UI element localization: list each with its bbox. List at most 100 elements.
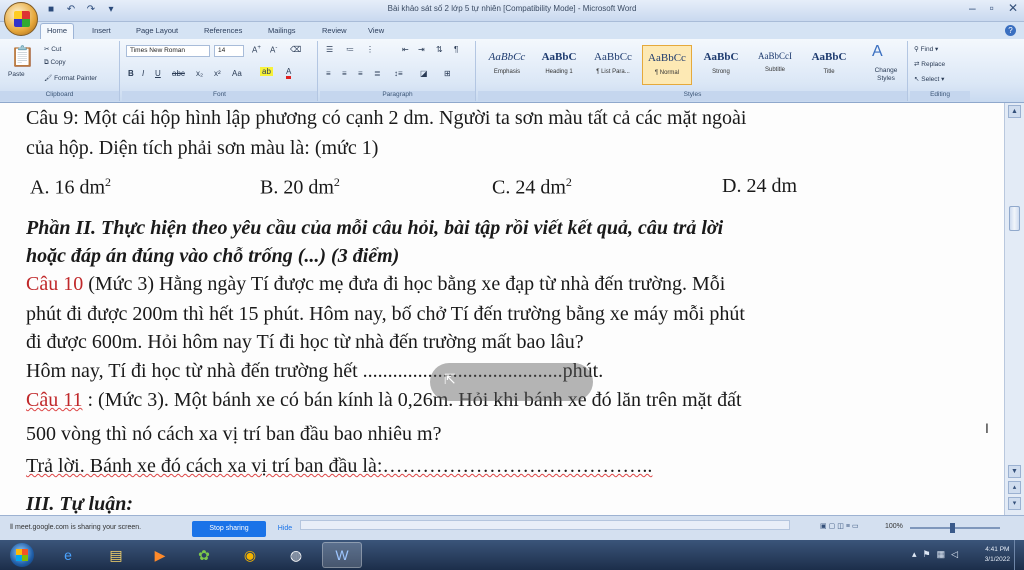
paste-button[interactable]: Paste — [8, 71, 25, 78]
cursor-overlay-icon: ⇱ — [444, 371, 456, 387]
zoom-level[interactable]: 100% — [885, 523, 903, 530]
strikethrough-icon[interactable]: abc — [172, 69, 185, 78]
status-bar: ⦀ meet.google.com is sharing your screen… — [0, 515, 1024, 540]
zoom-slider[interactable] — [910, 523, 1000, 533]
align-right-icon[interactable]: ≡ — [358, 69, 363, 78]
close-button[interactable]: ✕ — [1008, 1, 1018, 15]
tab-page-layout[interactable]: Page Layout — [130, 24, 184, 37]
change-styles-button[interactable]: Change Styles — [866, 67, 906, 83]
underline-icon[interactable]: U — [155, 69, 161, 78]
tab-insert[interactable]: Insert — [86, 24, 117, 37]
editing-group-label: Editing — [910, 91, 970, 101]
paste-icon[interactable]: 📋 — [10, 44, 35, 69]
utility-app-icon[interactable]: ✿ — [184, 542, 224, 568]
ribbon: 📋 Paste ✂ Cut ⧉ Copy 🖌 Format Painter Cl… — [0, 39, 1024, 103]
taskbar: e ▤ ▶ ✿ ◉ ◍ W ▴⚑▦◁ 4:41 PM 3/1/2022 — [0, 540, 1024, 570]
volume-icon[interactable]: ◁ — [951, 549, 964, 559]
format-painter-button[interactable]: 🖌 Format Painter — [44, 74, 97, 82]
style-strong[interactable]: AaBbC Strong — [696, 45, 746, 85]
tab-review[interactable]: Review — [316, 24, 353, 37]
borders-icon[interactable]: ⊞ — [444, 69, 451, 78]
start-button[interactable] — [10, 543, 34, 567]
pilcrow-icon[interactable]: ¶ — [454, 45, 458, 54]
styles-group: AaBbCc Emphasis AaBbC Heading 1 AaBbCc ¶… — [478, 41, 908, 101]
tab-references[interactable]: References — [198, 24, 248, 37]
justify-icon[interactable]: ≣ — [374, 69, 381, 78]
media-player-icon[interactable]: ▶ — [140, 542, 180, 568]
change-case-icon[interactable]: Aa — [232, 69, 242, 78]
style-list-paragraph[interactable]: AaBbCc ¶ List Para... — [588, 45, 638, 85]
font-group-label: Font — [122, 91, 317, 101]
next-page-icon[interactable]: ▾ — [1008, 497, 1021, 510]
shrink-font-icon[interactable]: A- — [270, 45, 277, 55]
align-center-icon[interactable]: ≡ — [342, 69, 347, 78]
previous-page-icon[interactable]: ▴ — [1008, 481, 1021, 494]
network-icon[interactable]: ▦ — [937, 549, 952, 559]
horizontal-scrollbar[interactable] — [300, 520, 790, 530]
clear-format-icon[interactable]: ⌫ — [290, 45, 301, 54]
maximize-button[interactable]: ▫ — [990, 1, 994, 15]
office-button[interactable] — [4, 2, 38, 36]
vertical-scrollbar[interactable]: ▲ ▼ ▴ ▾ — [1004, 103, 1024, 515]
style-normal[interactable]: AaBbCc ¶ Normal — [642, 45, 692, 85]
style-title[interactable]: AaBbC Title — [804, 45, 854, 85]
chrome-icon[interactable]: ◉ — [230, 542, 270, 568]
sort-icon[interactable]: ⇅ — [436, 45, 443, 54]
shading-icon[interactable]: ◪ — [420, 69, 428, 78]
cut-button[interactable]: ✂ Cut — [44, 45, 61, 53]
change-styles-icon[interactable]: A — [872, 43, 883, 61]
web-layout-icon[interactable]: ◫ — [837, 523, 846, 530]
window-controls: – ▫ ✕ — [969, 1, 1018, 15]
print-layout-icon[interactable]: ▣ — [820, 523, 829, 530]
bold-icon[interactable]: B — [128, 69, 134, 78]
superscript-icon[interactable]: x² — [214, 69, 221, 78]
font-name-select[interactable]: Times New Roman — [126, 45, 210, 57]
tab-home[interactable]: Home — [40, 23, 75, 39]
draft-icon[interactable]: ▭ — [852, 523, 861, 530]
minimize-button[interactable]: – — [969, 1, 976, 15]
subscript-icon[interactable]: x₂ — [196, 69, 203, 78]
decrease-indent-icon[interactable]: ⇤ — [402, 45, 409, 54]
zoom-slider-knob[interactable] — [950, 523, 955, 533]
multilevel-list-icon[interactable]: ⋮ — [366, 45, 374, 54]
align-left-icon[interactable]: ≡ — [326, 69, 331, 78]
full-screen-icon[interactable]: ▢ — [829, 523, 838, 530]
show-desktop-button[interactable] — [1014, 540, 1024, 570]
scroll-up-icon[interactable]: ▲ — [1008, 105, 1021, 118]
tray-expand-icon[interactable]: ▴ — [912, 549, 923, 559]
numbering-icon[interactable]: ≔ — [346, 45, 354, 54]
highlight-icon[interactable]: ab — [260, 67, 273, 76]
file-explorer-icon[interactable]: ▤ — [96, 542, 136, 568]
font-size-select[interactable]: 14 — [214, 45, 244, 57]
bullets-icon[interactable]: ☰ — [326, 45, 333, 54]
scroll-down-icon[interactable]: ▼ — [1008, 465, 1021, 478]
select-button[interactable]: ↖ Select ▾ — [914, 75, 944, 83]
find-button[interactable]: ⚲ Find ▾ — [914, 45, 938, 53]
tab-mailings[interactable]: Mailings — [262, 24, 302, 37]
system-clock[interactable]: 4:41 PM 3/1/2022 — [985, 545, 1010, 565]
style-emphasis[interactable]: AaBbCc Emphasis — [482, 45, 532, 85]
increase-indent-icon[interactable]: ⇥ — [418, 45, 425, 54]
style-subtitle[interactable]: AaBbCcI Subtitle — [750, 45, 800, 85]
grow-font-icon[interactable]: A+ — [252, 45, 261, 55]
internet-explorer-icon[interactable]: e — [48, 542, 88, 568]
binoculars-icon: ⚲ — [914, 46, 921, 53]
q11-label: Câu 11 — [26, 389, 83, 411]
tab-view[interactable]: View — [362, 24, 390, 37]
hide-button[interactable]: Hide — [270, 521, 300, 537]
help-icon[interactable]: ? — [1005, 25, 1016, 36]
line-spacing-icon[interactable]: ↕≡ — [394, 69, 403, 78]
italic-icon[interactable]: I — [142, 69, 144, 78]
style-heading-1[interactable]: AaBbC Heading 1 — [534, 45, 584, 85]
zalo-icon[interactable]: ◍ — [276, 542, 316, 568]
stop-sharing-button[interactable]: Stop sharing — [192, 521, 266, 537]
replace-button[interactable]: ⇄ Replace — [914, 60, 945, 68]
copy-button[interactable]: ⧉ Copy — [44, 59, 66, 67]
word-taskbar-icon[interactable]: W — [322, 542, 362, 568]
scroll-thumb[interactable] — [1009, 206, 1020, 231]
q10-label: Câu 10 — [26, 273, 84, 295]
document-canvas[interactable]: Câu 9: Một cái hộp hình lập phương có cạ… — [0, 103, 1004, 515]
font-color-icon[interactable]: A — [286, 67, 292, 79]
flag-icon[interactable]: ⚑ — [922, 549, 936, 559]
q11-line-2: 500 vòng thì nó cách xa vị trí ban đầu b… — [26, 423, 442, 445]
